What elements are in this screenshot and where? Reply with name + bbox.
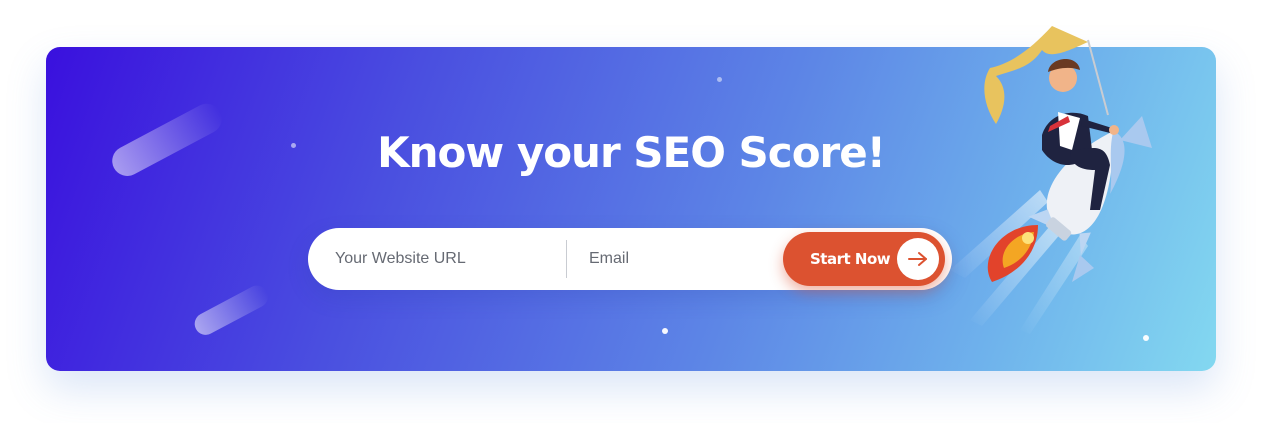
start-now-label: Start Now bbox=[810, 250, 891, 268]
field-divider bbox=[566, 240, 567, 278]
arrow-right-icon bbox=[897, 238, 939, 280]
start-now-button[interactable]: Start Now bbox=[783, 232, 945, 286]
decorative-dot bbox=[662, 328, 668, 334]
decorative-streak bbox=[190, 281, 272, 339]
page: Know your SEO Score! Your Website URL Em… bbox=[0, 0, 1262, 423]
rocket-illustration-icon bbox=[950, 26, 1152, 334]
email-input[interactable] bbox=[589, 228, 769, 290]
seo-check-form: Start Now bbox=[308, 228, 952, 290]
website-url-input[interactable] bbox=[335, 228, 555, 290]
decorative-dot bbox=[717, 77, 722, 82]
